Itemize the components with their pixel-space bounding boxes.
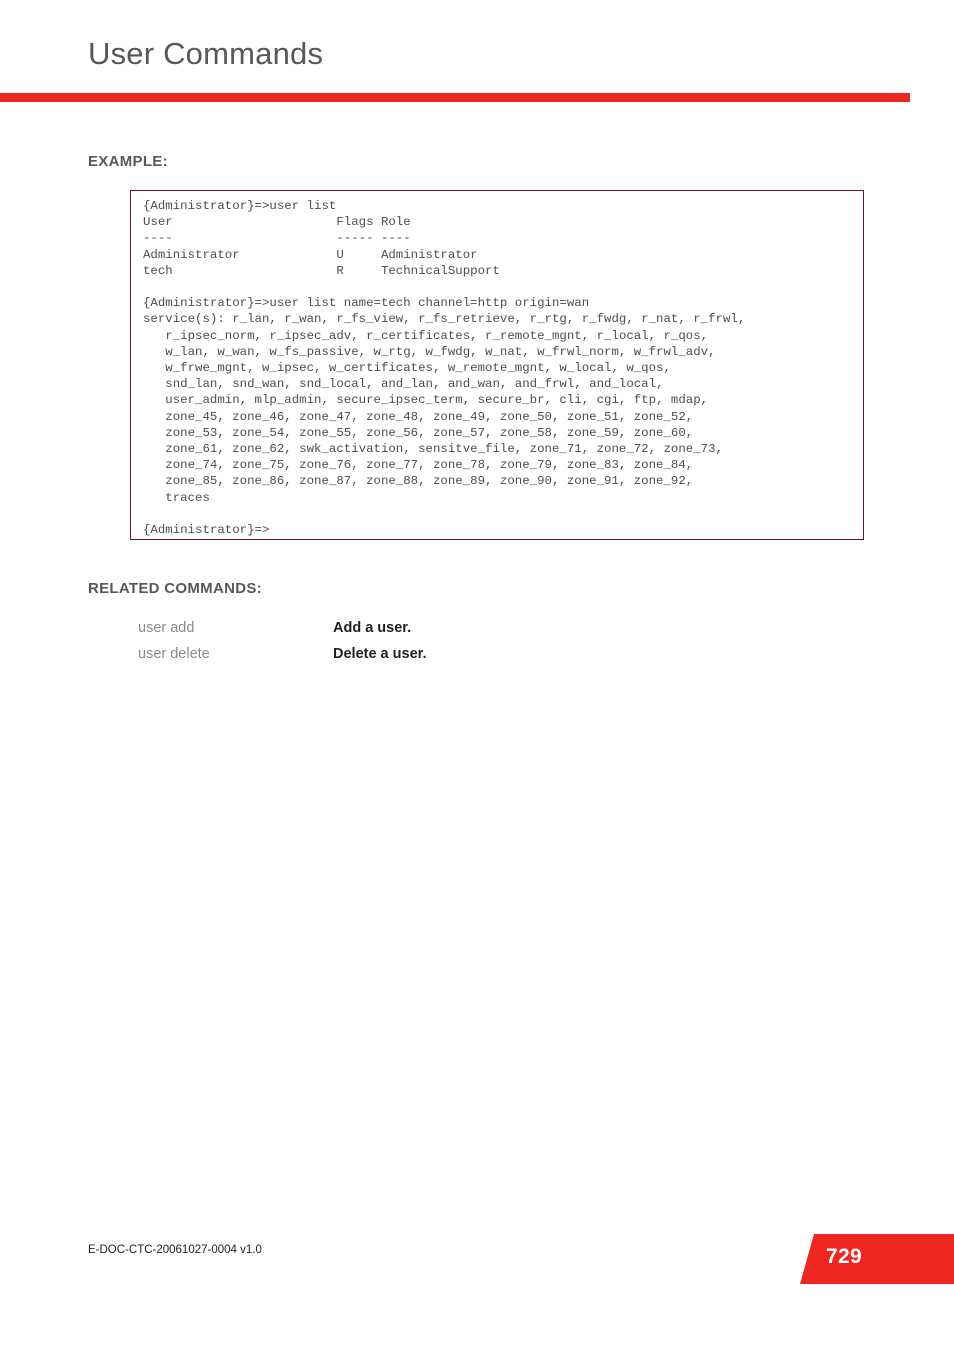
related-command-description: Delete a user. bbox=[333, 646, 427, 662]
header-divider-rule bbox=[0, 93, 910, 102]
page-title: User Commands bbox=[88, 36, 324, 71]
footer-document-id: E-DOC-CTC-20061027-0004 v1.0 bbox=[88, 1244, 262, 1256]
related-command-name: user add bbox=[138, 620, 195, 636]
related-commands-list: user add Add a user. user delete Delete … bbox=[138, 620, 758, 672]
example-code-block: {Administrator}=>user list User Flags Ro… bbox=[130, 190, 864, 540]
page-number-text: 729 bbox=[826, 1245, 862, 1268]
page-header: User Commands bbox=[0, 0, 954, 108]
related-command-description: Add a user. bbox=[333, 620, 412, 636]
example-code-text: {Administrator}=>user list User Flags Ro… bbox=[143, 199, 746, 538]
list-item[interactable]: user add Add a user. bbox=[138, 620, 758, 646]
page-number-badge: 729 bbox=[800, 1234, 954, 1284]
related-command-name: user delete bbox=[138, 646, 210, 662]
list-item[interactable]: user delete Delete a user. bbox=[138, 646, 758, 672]
example-section-heading: EXAMPLE: bbox=[88, 153, 168, 170]
related-commands-heading: RELATED COMMANDS: bbox=[88, 580, 262, 597]
